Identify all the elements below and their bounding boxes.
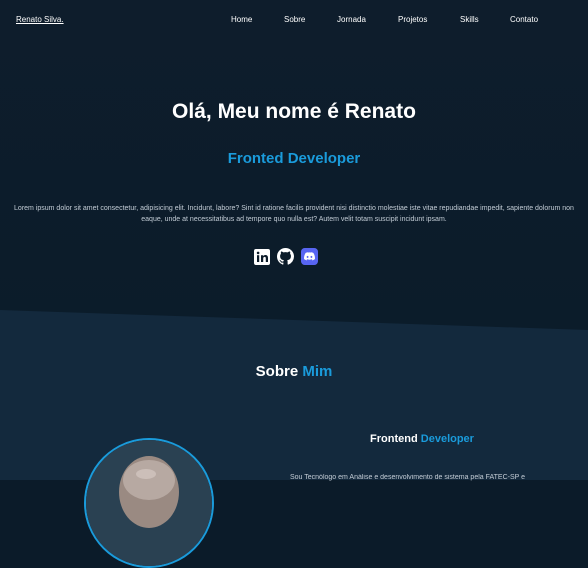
role-title: Frontend Developer [260, 433, 584, 445]
role-title-accent: Developer [420, 433, 474, 445]
about-title-main: Sobre [255, 363, 299, 380]
discord-icon[interactable] [301, 248, 318, 265]
nav-item-contato[interactable]: Contato [510, 15, 538, 24]
nav-item-home[interactable]: Home [231, 15, 252, 24]
nav-item-jornada[interactable]: Jornada [337, 15, 366, 24]
main-nav: Home Sobre Jornada Projetos Skills Conta… [0, 15, 588, 27]
github-icon[interactable] [277, 248, 294, 265]
hero-subtitle: Fronted Developer [227, 150, 361, 167]
nav-item-projetos[interactable]: Projetos [398, 15, 427, 24]
avatar [84, 438, 214, 568]
nav-item-sobre[interactable]: Sobre [284, 15, 305, 24]
hero-description: Lorem ipsum dolor sit amet consectetur, … [14, 205, 574, 223]
role-title-main: Frontend [370, 433, 418, 445]
nav-item-skills[interactable]: Skills [460, 15, 479, 24]
about-title-accent: Mim [302, 363, 333, 380]
hero-title: Olá, Meu nome é Renato [172, 100, 416, 123]
about-title: Sobre Mim [0, 363, 588, 380]
linkedin-icon[interactable] [253, 248, 270, 265]
